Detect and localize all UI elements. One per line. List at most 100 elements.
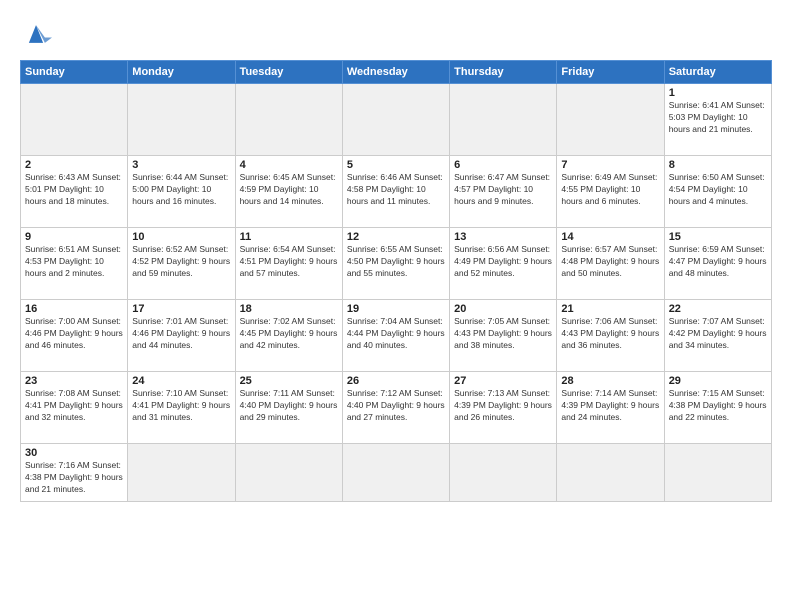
weekday-header: Friday bbox=[557, 61, 664, 84]
calendar-cell bbox=[664, 444, 771, 502]
day-info: Sunrise: 7:07 AM Sunset: 4:42 PM Dayligh… bbox=[669, 316, 767, 352]
day-number: 29 bbox=[669, 375, 767, 387]
calendar-cell: 24Sunrise: 7:10 AM Sunset: 4:41 PM Dayli… bbox=[128, 372, 235, 444]
calendar-week-row: 9Sunrise: 6:51 AM Sunset: 4:53 PM Daylig… bbox=[21, 228, 772, 300]
day-info: Sunrise: 7:01 AM Sunset: 4:46 PM Dayligh… bbox=[132, 316, 230, 352]
calendar-cell: 21Sunrise: 7:06 AM Sunset: 4:43 PM Dayli… bbox=[557, 300, 664, 372]
day-info: Sunrise: 6:47 AM Sunset: 4:57 PM Dayligh… bbox=[454, 172, 552, 208]
day-number: 28 bbox=[561, 375, 659, 387]
day-info: Sunrise: 6:45 AM Sunset: 4:59 PM Dayligh… bbox=[240, 172, 338, 208]
day-info: Sunrise: 7:10 AM Sunset: 4:41 PM Dayligh… bbox=[132, 388, 230, 424]
calendar-cell bbox=[450, 444, 557, 502]
weekday-header: Sunday bbox=[21, 61, 128, 84]
day-info: Sunrise: 7:02 AM Sunset: 4:45 PM Dayligh… bbox=[240, 316, 338, 352]
day-info: Sunrise: 7:12 AM Sunset: 4:40 PM Dayligh… bbox=[347, 388, 445, 424]
calendar-cell: 30Sunrise: 7:16 AM Sunset: 4:38 PM Dayli… bbox=[21, 444, 128, 502]
day-number: 3 bbox=[132, 159, 230, 171]
calendar-week-row: 16Sunrise: 7:00 AM Sunset: 4:46 PM Dayli… bbox=[21, 300, 772, 372]
calendar-cell: 16Sunrise: 7:00 AM Sunset: 4:46 PM Dayli… bbox=[21, 300, 128, 372]
calendar-cell: 5Sunrise: 6:46 AM Sunset: 4:58 PM Daylig… bbox=[342, 156, 449, 228]
calendar-cell: 13Sunrise: 6:56 AM Sunset: 4:49 PM Dayli… bbox=[450, 228, 557, 300]
calendar-cell: 6Sunrise: 6:47 AM Sunset: 4:57 PM Daylig… bbox=[450, 156, 557, 228]
calendar-cell: 1Sunrise: 6:41 AM Sunset: 5:03 PM Daylig… bbox=[664, 84, 771, 156]
calendar-cell: 2Sunrise: 6:43 AM Sunset: 5:01 PM Daylig… bbox=[21, 156, 128, 228]
day-number: 18 bbox=[240, 303, 338, 315]
calendar-week-row: 2Sunrise: 6:43 AM Sunset: 5:01 PM Daylig… bbox=[21, 156, 772, 228]
day-number: 9 bbox=[25, 231, 123, 243]
day-number: 12 bbox=[347, 231, 445, 243]
day-info: Sunrise: 7:05 AM Sunset: 4:43 PM Dayligh… bbox=[454, 316, 552, 352]
day-number: 20 bbox=[454, 303, 552, 315]
weekday-row: SundayMondayTuesdayWednesdayThursdayFrid… bbox=[21, 61, 772, 84]
calendar-cell bbox=[21, 84, 128, 156]
weekday-header: Thursday bbox=[450, 61, 557, 84]
calendar-cell: 20Sunrise: 7:05 AM Sunset: 4:43 PM Dayli… bbox=[450, 300, 557, 372]
calendar-cell: 19Sunrise: 7:04 AM Sunset: 4:44 PM Dayli… bbox=[342, 300, 449, 372]
calendar-cell bbox=[235, 84, 342, 156]
calendar-cell: 7Sunrise: 6:49 AM Sunset: 4:55 PM Daylig… bbox=[557, 156, 664, 228]
day-info: Sunrise: 6:43 AM Sunset: 5:01 PM Dayligh… bbox=[25, 172, 123, 208]
calendar-cell: 11Sunrise: 6:54 AM Sunset: 4:51 PM Dayli… bbox=[235, 228, 342, 300]
calendar-week-row: 1Sunrise: 6:41 AM Sunset: 5:03 PM Daylig… bbox=[21, 84, 772, 156]
calendar-header: SundayMondayTuesdayWednesdayThursdayFrid… bbox=[21, 61, 772, 84]
day-number: 16 bbox=[25, 303, 123, 315]
day-info: Sunrise: 6:52 AM Sunset: 4:52 PM Dayligh… bbox=[132, 244, 230, 280]
day-number: 15 bbox=[669, 231, 767, 243]
logo-icon bbox=[20, 18, 52, 50]
calendar-cell bbox=[235, 444, 342, 502]
calendar-cell bbox=[342, 84, 449, 156]
calendar-cell: 25Sunrise: 7:11 AM Sunset: 4:40 PM Dayli… bbox=[235, 372, 342, 444]
header bbox=[20, 18, 772, 50]
weekday-header: Monday bbox=[128, 61, 235, 84]
day-info: Sunrise: 7:14 AM Sunset: 4:39 PM Dayligh… bbox=[561, 388, 659, 424]
day-info: Sunrise: 7:15 AM Sunset: 4:38 PM Dayligh… bbox=[669, 388, 767, 424]
day-number: 30 bbox=[25, 447, 123, 459]
day-number: 25 bbox=[240, 375, 338, 387]
day-info: Sunrise: 6:46 AM Sunset: 4:58 PM Dayligh… bbox=[347, 172, 445, 208]
day-number: 4 bbox=[240, 159, 338, 171]
day-info: Sunrise: 7:04 AM Sunset: 4:44 PM Dayligh… bbox=[347, 316, 445, 352]
day-info: Sunrise: 6:51 AM Sunset: 4:53 PM Dayligh… bbox=[25, 244, 123, 280]
day-number: 5 bbox=[347, 159, 445, 171]
day-info: Sunrise: 7:16 AM Sunset: 4:38 PM Dayligh… bbox=[25, 460, 123, 496]
day-info: Sunrise: 7:11 AM Sunset: 4:40 PM Dayligh… bbox=[240, 388, 338, 424]
day-number: 19 bbox=[347, 303, 445, 315]
day-info: Sunrise: 7:06 AM Sunset: 4:43 PM Dayligh… bbox=[561, 316, 659, 352]
day-number: 14 bbox=[561, 231, 659, 243]
day-number: 7 bbox=[561, 159, 659, 171]
day-number: 2 bbox=[25, 159, 123, 171]
day-number: 26 bbox=[347, 375, 445, 387]
calendar-cell: 3Sunrise: 6:44 AM Sunset: 5:00 PM Daylig… bbox=[128, 156, 235, 228]
calendar-cell: 18Sunrise: 7:02 AM Sunset: 4:45 PM Dayli… bbox=[235, 300, 342, 372]
calendar-cell bbox=[450, 84, 557, 156]
calendar-cell: 29Sunrise: 7:15 AM Sunset: 4:38 PM Dayli… bbox=[664, 372, 771, 444]
day-info: Sunrise: 7:13 AM Sunset: 4:39 PM Dayligh… bbox=[454, 388, 552, 424]
calendar-cell: 28Sunrise: 7:14 AM Sunset: 4:39 PM Dayli… bbox=[557, 372, 664, 444]
day-info: Sunrise: 6:49 AM Sunset: 4:55 PM Dayligh… bbox=[561, 172, 659, 208]
day-number: 21 bbox=[561, 303, 659, 315]
calendar-cell bbox=[557, 444, 664, 502]
calendar-cell bbox=[557, 84, 664, 156]
day-info: Sunrise: 6:50 AM Sunset: 4:54 PM Dayligh… bbox=[669, 172, 767, 208]
calendar-cell: 15Sunrise: 6:59 AM Sunset: 4:47 PM Dayli… bbox=[664, 228, 771, 300]
day-number: 10 bbox=[132, 231, 230, 243]
weekday-header: Saturday bbox=[664, 61, 771, 84]
calendar-cell: 8Sunrise: 6:50 AM Sunset: 4:54 PM Daylig… bbox=[664, 156, 771, 228]
day-number: 6 bbox=[454, 159, 552, 171]
day-number: 1 bbox=[669, 87, 767, 99]
day-info: Sunrise: 7:00 AM Sunset: 4:46 PM Dayligh… bbox=[25, 316, 123, 352]
day-number: 23 bbox=[25, 375, 123, 387]
calendar-cell: 10Sunrise: 6:52 AM Sunset: 4:52 PM Dayli… bbox=[128, 228, 235, 300]
weekday-header: Wednesday bbox=[342, 61, 449, 84]
weekday-header: Tuesday bbox=[235, 61, 342, 84]
calendar-cell: 4Sunrise: 6:45 AM Sunset: 4:59 PM Daylig… bbox=[235, 156, 342, 228]
calendar-week-row: 30Sunrise: 7:16 AM Sunset: 4:38 PM Dayli… bbox=[21, 444, 772, 502]
day-info: Sunrise: 6:55 AM Sunset: 4:50 PM Dayligh… bbox=[347, 244, 445, 280]
calendar-cell bbox=[128, 84, 235, 156]
day-number: 22 bbox=[669, 303, 767, 315]
calendar-cell: 27Sunrise: 7:13 AM Sunset: 4:39 PM Dayli… bbox=[450, 372, 557, 444]
calendar-cell bbox=[128, 444, 235, 502]
calendar: SundayMondayTuesdayWednesdayThursdayFrid… bbox=[20, 60, 772, 502]
calendar-body: 1Sunrise: 6:41 AM Sunset: 5:03 PM Daylig… bbox=[21, 84, 772, 502]
calendar-cell: 22Sunrise: 7:07 AM Sunset: 4:42 PM Dayli… bbox=[664, 300, 771, 372]
